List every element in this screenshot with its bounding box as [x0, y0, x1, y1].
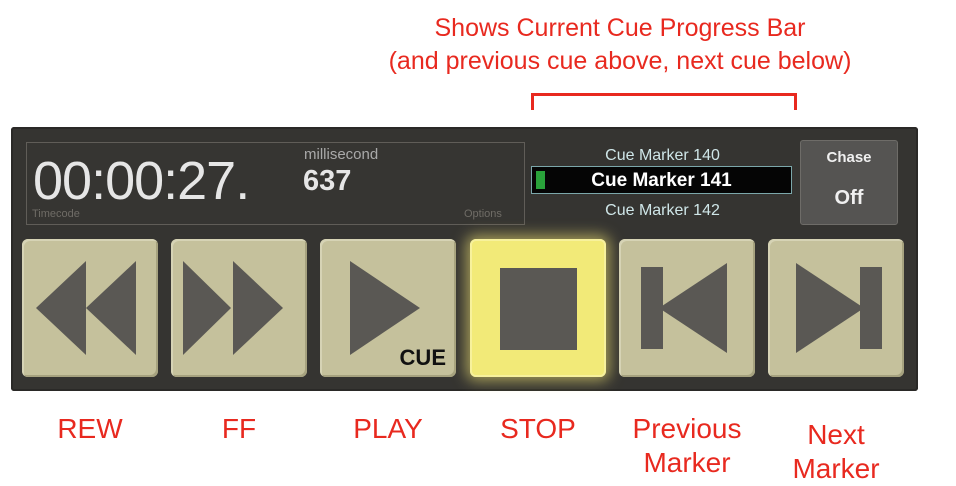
ff-annotation: FF: [221, 413, 257, 444]
rewind-button[interactable]: [22, 239, 158, 377]
play-annotation: PLAY: [353, 413, 423, 444]
fast-forward-icon: [183, 261, 283, 355]
next-marker-annotation-line1: Next: [807, 419, 865, 450]
current-cue-marker: Cue Marker 141: [591, 170, 732, 191]
fast-forward-button[interactable]: [171, 239, 307, 377]
chase-toggle-button[interactable]: Chase Off: [800, 140, 898, 225]
stop-button[interactable]: [470, 239, 606, 377]
previous-marker-button[interactable]: [619, 239, 755, 377]
timecode-label: Timecode: [32, 208, 80, 220]
timecode-milliseconds: 637: [303, 165, 352, 197]
next-marker-icon: [796, 263, 882, 353]
next-marker-annotation: Next Marker: [768, 418, 904, 486]
stop-annotation: STOP: [500, 413, 576, 444]
play-cue-tag: CUE: [399, 345, 446, 370]
previous-marker-annotation-line1: Previous: [632, 413, 742, 444]
previous-marker-icon: [641, 263, 727, 353]
timecode-options-link[interactable]: Options: [464, 208, 502, 220]
next-marker-annotation-line2: Marker: [792, 453, 880, 484]
rew-annotation: REW: [57, 413, 123, 444]
callout-text: Shows Current Cue Progress Bar (and prev…: [300, 12, 940, 78]
callout-line-2: (and previous cue above, next cue below): [388, 47, 852, 75]
current-cue-progress-bar[interactable]: Cue Marker 141: [531, 166, 792, 194]
callout-line-1: Shows Current Cue Progress Bar: [434, 14, 806, 42]
chase-title: Chase: [826, 149, 872, 166]
stop-icon: [500, 268, 577, 350]
previous-marker-annotation-line2: Marker: [643, 447, 731, 478]
chase-value: Off: [834, 187, 864, 209]
previous-cue-marker[interactable]: Cue Marker 140: [530, 147, 795, 165]
previous-marker-annotation: Previous Marker: [614, 412, 760, 480]
play-cue-button[interactable]: CUE: [320, 239, 456, 377]
next-cue-marker[interactable]: Cue Marker 142: [530, 202, 795, 220]
timecode-value: 00:00:27.: [33, 151, 250, 211]
timecode-unit-label: millisecond: [304, 146, 379, 163]
rewind-icon: [36, 261, 136, 355]
next-marker-button[interactable]: [768, 239, 904, 377]
callout-bracket: [531, 93, 797, 110]
